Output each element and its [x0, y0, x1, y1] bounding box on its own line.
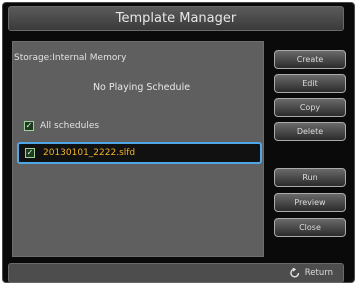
schedule-file-name: 20130101_2222.slfd [43, 148, 136, 158]
dialog-title: Template Manager [8, 6, 344, 31]
all-schedules-label: All schedules [40, 121, 100, 131]
all-schedules-checkbox[interactable]: ✓ [24, 121, 34, 131]
close-button[interactable]: Close [274, 218, 346, 237]
playing-schedule-status: No Playing Schedule [92, 82, 191, 93]
return-label: Return [304, 268, 333, 278]
preview-button[interactable]: Preview [274, 193, 346, 212]
delete-button[interactable]: Delete [274, 122, 346, 141]
return-button[interactable]: Return [289, 267, 333, 279]
all-schedules-row[interactable]: ✓ All schedules [24, 119, 99, 133]
edit-button[interactable]: Edit [274, 74, 346, 93]
footer-bar: Return [8, 263, 344, 283]
return-arrow-icon [289, 267, 299, 278]
schedule-file-item[interactable]: ✓ 20130101_2222.slfd [17, 142, 262, 164]
run-button[interactable]: Run [274, 168, 346, 187]
schedule-file-checkbox[interactable]: ✓ [25, 148, 35, 158]
create-button[interactable]: Create [274, 50, 346, 69]
storage-label: Storage:Internal Memory [14, 53, 127, 63]
copy-button[interactable]: Copy [274, 98, 346, 117]
